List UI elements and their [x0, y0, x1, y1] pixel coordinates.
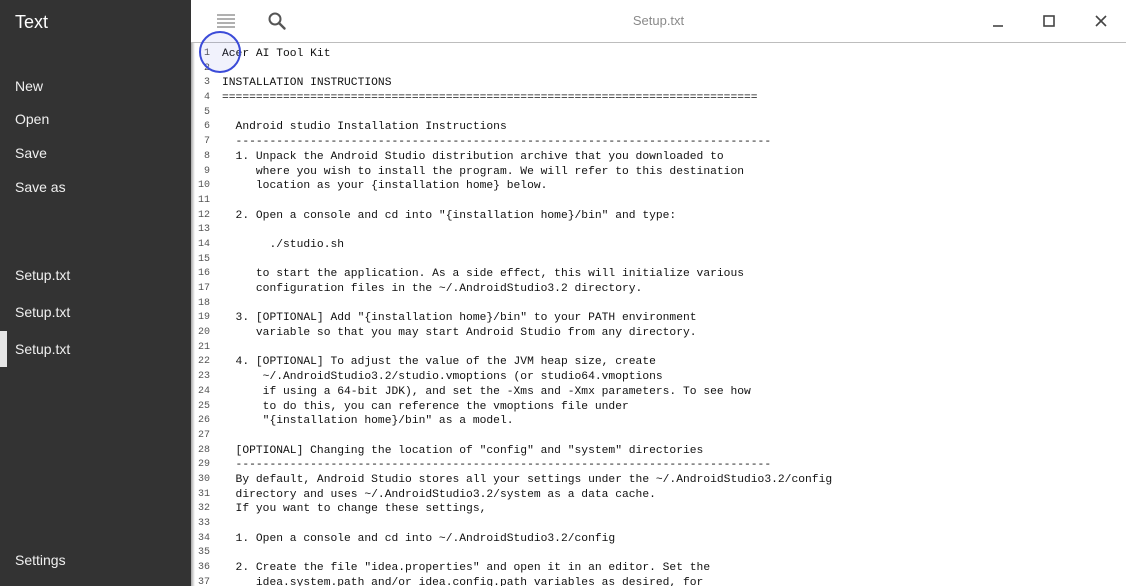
line-number: 10: [197, 180, 210, 192]
settings-button[interactable]: Settings: [15, 552, 66, 568]
text-line[interactable]: [222, 106, 1122, 121]
line-number: 2: [203, 62, 210, 74]
menu-icon[interactable]: [214, 9, 238, 33]
text-line[interactable]: ========================================…: [222, 91, 1122, 106]
line-number: 24: [197, 385, 210, 397]
text-line[interactable]: 4. [OPTIONAL] To adjust the value of the…: [222, 355, 1122, 370]
line-number: 25: [197, 400, 210, 412]
text-line[interactable]: variable so that you may start Android S…: [222, 326, 1122, 341]
text-line[interactable]: to do this, you can reference the vmopti…: [222, 400, 1122, 415]
text-line[interactable]: By default, Android Studio stores all yo…: [222, 473, 1122, 488]
editor-text-area[interactable]: Acer AI Tool Kit INSTALLATION INSTRUCTION…: [222, 47, 1122, 586]
text-line[interactable]: if using a 64-bit JDK), and set the -Xms…: [222, 385, 1122, 400]
line-number: 34: [197, 532, 210, 544]
minimize-icon[interactable]: [986, 9, 1010, 33]
line-number: 14: [197, 238, 210, 250]
line-number: 9: [203, 165, 210, 177]
close-icon[interactable]: [1089, 9, 1113, 33]
open-file-label: Setup.txt: [15, 304, 71, 320]
text-line[interactable]: 1. Unpack the Android Studio distributio…: [222, 150, 1122, 165]
text-line[interactable]: Android studio Installation Instructions: [222, 120, 1122, 135]
line-number: 19: [197, 312, 210, 324]
text-line[interactable]: 2. Open a console and cd into "{installa…: [222, 209, 1122, 224]
line-number: 20: [197, 327, 210, 339]
text-line[interactable]: ./studio.sh: [222, 238, 1122, 253]
line-number: 33: [197, 518, 210, 529]
line-number-gutter: 1 2 3 4 5 6 7 8 9 10 11 12 13 14 15 16 17 18 19 20 21 22 23 24 2…: [195, 47, 215, 586]
line-number: 5: [203, 106, 210, 118]
open-file-label: Setup.txt: [15, 341, 71, 357]
text-line[interactable]: [222, 297, 1122, 312]
menu-item-new[interactable]: New: [15, 78, 43, 94]
line-number: 4: [203, 92, 210, 104]
search-icon[interactable]: [265, 9, 289, 33]
text-line[interactable]: Acer AI Tool Kit: [222, 47, 1122, 62]
menu-item-open[interactable]: Open: [15, 111, 49, 127]
text-line[interactable]: [222, 429, 1122, 444]
text-line[interactable]: where you wish to install the program. W…: [222, 165, 1122, 180]
line-number: 36: [197, 562, 210, 574]
text-line[interactable]: [222, 253, 1122, 268]
sidebar: Text New Open Save Save as Setup.txt Set…: [0, 0, 191, 586]
text-line[interactable]: ~/.AndroidStudio3.2/studio.vmoptions (or…: [222, 370, 1122, 385]
text-line[interactable]: [222, 341, 1122, 356]
line-number: 27: [197, 429, 210, 441]
text-line[interactable]: ----------------------------------------…: [222, 135, 1122, 150]
open-file-item-1[interactable]: Setup.txt: [0, 257, 191, 293]
text-line[interactable]: "{installation home}/bin" as a model.: [222, 414, 1122, 429]
line-number: 37: [197, 576, 210, 586]
text-editor[interactable]: 1 2 3 4 5 6 7 8 9 10 11 12 13 14 15 16 17 18 19 20 21 22 23 24 2…: [195, 44, 1126, 586]
line-number: 6: [203, 121, 210, 133]
text-line[interactable]: [222, 517, 1122, 532]
line-number: 32: [197, 503, 210, 515]
line-number: 12: [197, 209, 210, 221]
text-line[interactable]: location as your {installation home} bel…: [222, 179, 1122, 194]
line-number: 8: [203, 150, 210, 162]
text-line[interactable]: [222, 194, 1122, 209]
maximize-icon[interactable]: [1037, 9, 1061, 33]
open-file-label: Setup.txt: [15, 267, 71, 283]
line-number: 1: [203, 48, 210, 59]
text-line[interactable]: 2. Create the file "idea.properties" and…: [222, 561, 1122, 576]
line-number: 21: [197, 341, 210, 353]
line-number: 23: [197, 371, 210, 383]
open-file-item-3-active[interactable]: Setup.txt: [0, 331, 191, 367]
text-line[interactable]: [OPTIONAL] Changing the location of "con…: [222, 444, 1122, 459]
line-number: 30: [197, 473, 210, 485]
text-line[interactable]: If you want to change these settings,: [222, 502, 1122, 517]
line-number: 22: [197, 356, 210, 368]
text-line[interactable]: [222, 223, 1122, 238]
line-number: 16: [197, 268, 210, 280]
line-number: 17: [197, 283, 210, 294]
text-line[interactable]: directory and uses ~/.AndroidStudio3.2/s…: [222, 488, 1122, 503]
app-title: Text: [15, 12, 49, 32]
line-number: 35: [197, 547, 210, 559]
line-number: 26: [197, 415, 210, 427]
text-line[interactable]: [222, 546, 1122, 561]
line-number: 18: [197, 297, 210, 309]
menu-item-save[interactable]: Save: [15, 145, 47, 161]
text-line[interactable]: ----------------------------------------…: [222, 458, 1122, 473]
text-line[interactable]: [222, 62, 1122, 77]
line-number: 13: [197, 224, 210, 236]
text-line[interactable]: to start the application. As a side effe…: [222, 267, 1122, 282]
line-number: 11: [197, 194, 210, 206]
line-number: 3: [203, 77, 210, 89]
line-number: 28: [197, 444, 210, 456]
line-number: 7: [203, 136, 210, 148]
line-number: 29: [197, 459, 210, 471]
line-number: 15: [197, 253, 210, 265]
window-title: Setup.txt: [632, 13, 685, 28]
text-line[interactable]: 3. [OPTIONAL] Add "{installation home}/b…: [222, 311, 1122, 326]
title-bar: Setup.txt: [191, 0, 1126, 43]
line-number: 31: [197, 488, 210, 500]
text-line[interactable]: INSTALLATION INSTRUCTIONS: [222, 76, 1122, 91]
open-file-item-2[interactable]: Setup.txt: [0, 294, 191, 330]
menu-item-save-as[interactable]: Save as: [15, 179, 66, 195]
text-line[interactable]: configuration files in the ~/.AndroidStu…: [222, 282, 1122, 297]
text-line[interactable]: idea.system.path and/or idea.config.path…: [222, 576, 1122, 586]
text-line[interactable]: 1. Open a console and cd into ~/.Android…: [222, 532, 1122, 547]
